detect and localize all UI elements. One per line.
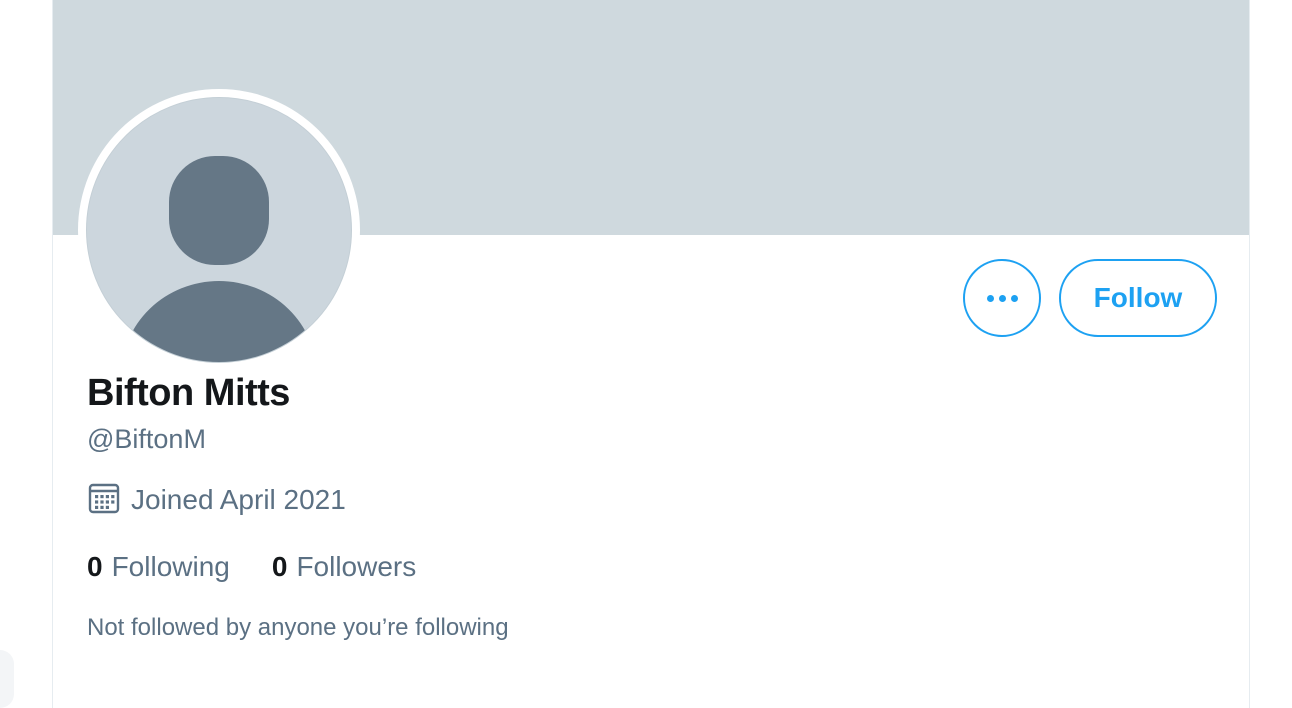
following-link[interactable]: 0 Following [87,551,230,583]
default-avatar-silhouette-icon [122,156,316,362]
avatar[interactable] [86,97,352,363]
profile-handle: @BiftonM [87,424,206,454]
more-horizontal-icon-dot [986,294,994,302]
follow-button[interactable]: Follow [1059,259,1217,337]
joined-date: Joined April 2021 [87,483,346,516]
display-name: Bifton Mitts [87,372,290,414]
profile-column: Follow Bifton Mitts @BiftonM Joined Apri… [52,0,1250,708]
followers-count: 0 [271,551,288,582]
profile-page: Follow Bifton Mitts @BiftonM Joined Apri… [0,0,1292,708]
more-options-button[interactable] [963,259,1041,337]
following-label: Following [111,551,230,582]
more-horizontal-icon-dot [1010,294,1018,302]
edge-shadow [0,650,14,708]
followers-link[interactable]: 0 Followers [272,551,416,583]
profile-stats: 0 Following 0 Followers [87,551,416,583]
more-horizontal-icon-dot [998,294,1006,302]
following-count: 0 [87,551,103,582]
calendar-icon [88,483,120,514]
not-followed-note: Not followed by anyone you’re following [87,614,509,641]
followers-label: Followers [296,551,417,582]
joined-label: Joined April 2021 [131,484,346,515]
